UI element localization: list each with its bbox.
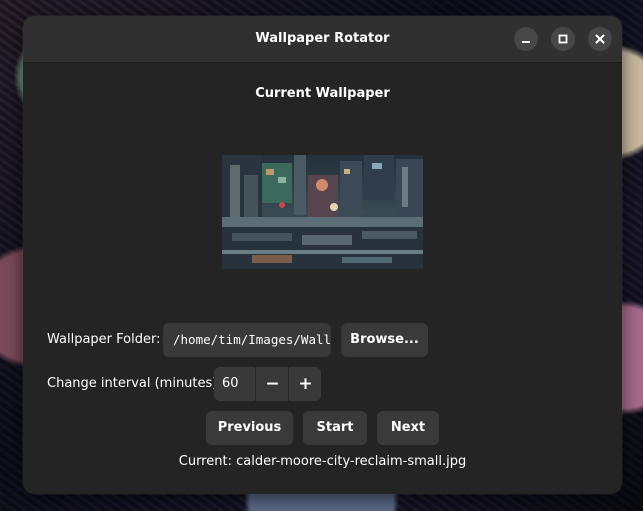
minimize-button[interactable]: [514, 27, 538, 51]
interval-value-input[interactable]: 60: [214, 367, 255, 401]
interval-label: Change interval (minutes):: [47, 376, 222, 391]
minimize-icon: [522, 41, 530, 43]
next-button[interactable]: Next: [377, 411, 439, 445]
close-icon: [595, 34, 605, 44]
start-button[interactable]: Start: [303, 411, 367, 445]
maximize-icon: [558, 34, 568, 44]
folder-label: Wallpaper Folder:: [47, 332, 161, 347]
maximize-button[interactable]: [551, 27, 575, 51]
current-wallpaper-status: Current: calder-moore-city-reclaim-small…: [178, 454, 467, 469]
section-title: Current Wallpaper: [255, 86, 390, 101]
app-window: Wallpaper Rotator Current Wallpaper Wall…: [23, 16, 622, 494]
wallpaper-preview-image: [222, 155, 423, 269]
previous-button[interactable]: Previous: [206, 411, 293, 445]
decrement-button[interactable]: −: [255, 367, 289, 401]
header-bar[interactable]: Wallpaper Rotator: [23, 16, 622, 63]
interval-spinbutton: 60 − +: [214, 367, 321, 401]
folder-path-input[interactable]: /home/tim/Images/Wall: [163, 323, 331, 357]
browse-button[interactable]: Browse...: [341, 323, 428, 357]
increment-button[interactable]: +: [288, 367, 321, 401]
close-button[interactable]: [588, 27, 612, 51]
